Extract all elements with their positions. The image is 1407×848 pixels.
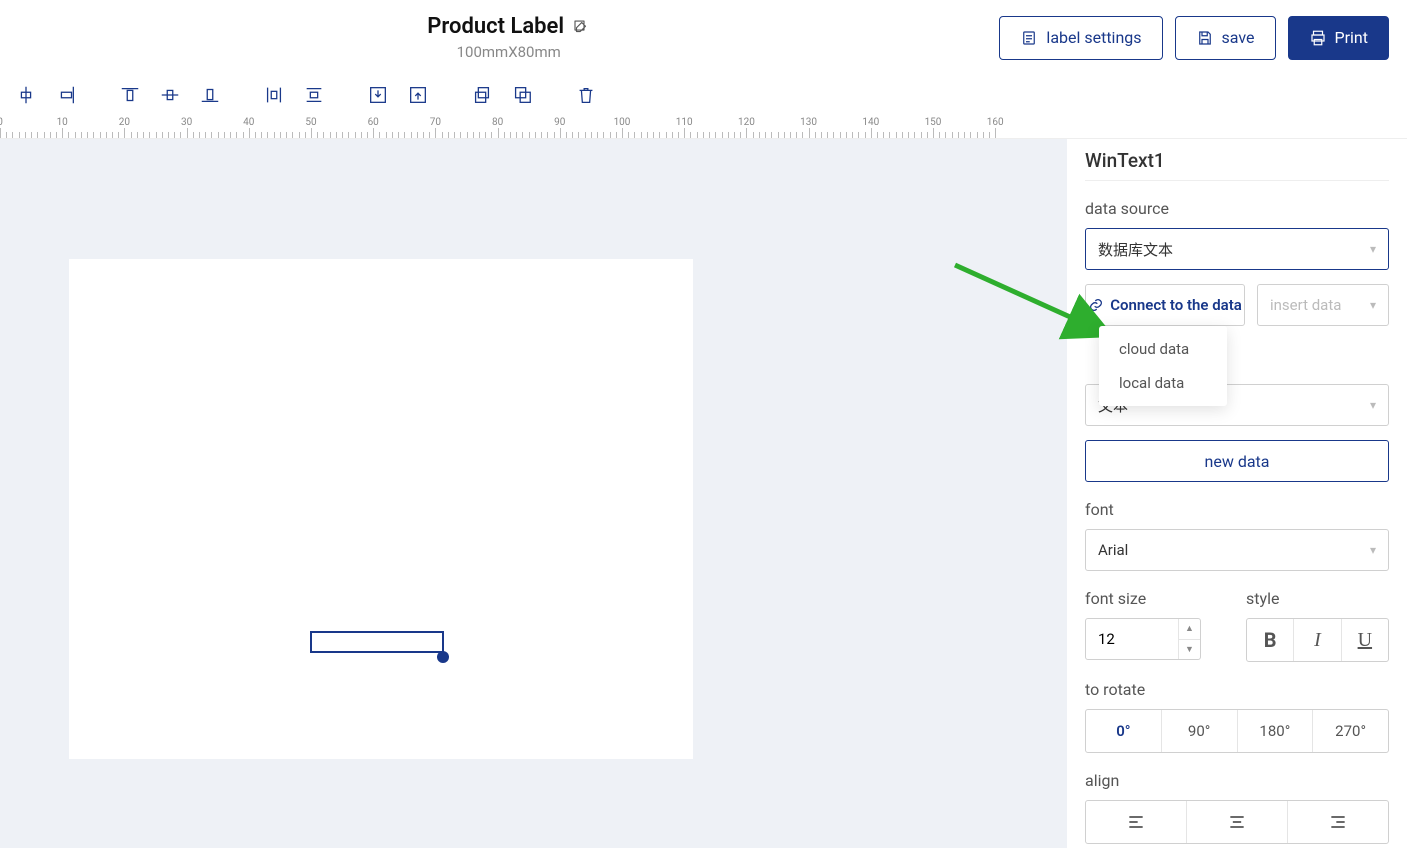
font-size-up[interactable]: ▲ — [1179, 619, 1200, 639]
rotate-group: 0° 90° 180° 270° — [1085, 709, 1389, 753]
chevron-down-icon: ▾ — [1370, 298, 1376, 312]
style-label: style — [1246, 589, 1389, 608]
distribute-v-icon[interactable] — [294, 75, 334, 115]
align-label: align — [1085, 771, 1389, 790]
print-icon — [1309, 29, 1327, 47]
dropdown-cloud-data[interactable]: cloud data — [1099, 332, 1227, 366]
data-source-label: data source — [1085, 199, 1389, 218]
bold-button[interactable]: B — [1247, 619, 1293, 661]
canvas-area[interactable] — [0, 139, 1067, 848]
properties-panel: WinText1 data source 数据库文本 ▾ Connect to … — [1067, 139, 1407, 848]
header-actions: label settings save Print — [999, 16, 1389, 60]
rotate-90[interactable]: 90° — [1161, 710, 1237, 752]
new-data-button[interactable]: new data — [1085, 440, 1389, 482]
import-icon[interactable] — [358, 75, 398, 115]
link-icon — [1088, 297, 1104, 313]
horizontal-ruler: 0102030405060708090100110120130140150160 — [0, 115, 1407, 139]
chevron-down-icon: ▾ — [1370, 543, 1376, 557]
align-right-button[interactable] — [1287, 801, 1388, 843]
align-top-icon[interactable] — [110, 75, 150, 115]
print-button[interactable]: Print — [1288, 16, 1389, 60]
font-label: font — [1085, 500, 1389, 519]
font-size-input[interactable]: 12 ▲ ▼ — [1085, 618, 1201, 660]
settings-list-icon — [1020, 29, 1038, 47]
header: Product Label 100mmX80mm label settings … — [0, 0, 1407, 75]
title-block: Product Label 100mmX80mm — [18, 14, 999, 61]
chevron-down-icon: ▾ — [1370, 242, 1376, 256]
rotate-180[interactable]: 180° — [1237, 710, 1313, 752]
align-left-button[interactable] — [1086, 801, 1186, 843]
italic-button[interactable]: I — [1293, 619, 1340, 661]
align-center-button[interactable] — [1186, 801, 1287, 843]
align-group — [1085, 800, 1389, 844]
label-settings-button[interactable]: label settings — [999, 16, 1162, 60]
alignment-toolbar — [0, 75, 1407, 115]
insert-data-select[interactable]: insert data ▾ — [1257, 284, 1389, 326]
label-paper[interactable] — [69, 259, 693, 759]
connect-dropdown: cloud data local data — [1099, 326, 1227, 406]
export-icon[interactable] — [398, 75, 438, 115]
underline-button[interactable]: U — [1341, 619, 1388, 661]
rotate-270[interactable]: 270° — [1312, 710, 1388, 752]
resize-handle[interactable] — [437, 651, 449, 663]
font-size-down[interactable]: ▼ — [1179, 639, 1200, 660]
align-right-icon[interactable] — [46, 75, 86, 115]
save-icon — [1196, 29, 1214, 47]
text-style-group: B I U — [1246, 618, 1389, 662]
save-button[interactable]: save — [1175, 16, 1276, 60]
font-size-label: font size — [1085, 589, 1228, 608]
align-middle-v-icon[interactable] — [150, 75, 190, 115]
selected-textbox[interactable] — [310, 631, 444, 653]
edit-icon[interactable] — [572, 18, 590, 36]
chevron-down-icon: ▾ — [1370, 398, 1376, 412]
copy-icon[interactable] — [462, 75, 502, 115]
rotate-label: to rotate — [1085, 680, 1389, 699]
distribute-h-icon[interactable] — [254, 75, 294, 115]
page-title: Product Label — [427, 14, 564, 39]
connect-data-button[interactable]: Connect to the data — [1085, 284, 1245, 326]
font-select[interactable]: Arial ▾ — [1085, 529, 1389, 571]
paste-icon[interactable] — [502, 75, 542, 115]
selected-element-name: WinText1 — [1085, 149, 1389, 172]
dropdown-local-data[interactable]: local data — [1099, 366, 1227, 400]
paper-dimensions: 100mmX80mm — [18, 43, 999, 61]
workspace: WinText1 data source 数据库文本 ▾ Connect to … — [0, 139, 1407, 848]
data-source-select[interactable]: 数据库文本 ▾ — [1085, 228, 1389, 270]
align-bottom-icon[interactable] — [190, 75, 230, 115]
rotate-0[interactable]: 0° — [1086, 710, 1161, 752]
align-center-h-icon[interactable] — [6, 75, 46, 115]
delete-icon[interactable] — [566, 75, 606, 115]
